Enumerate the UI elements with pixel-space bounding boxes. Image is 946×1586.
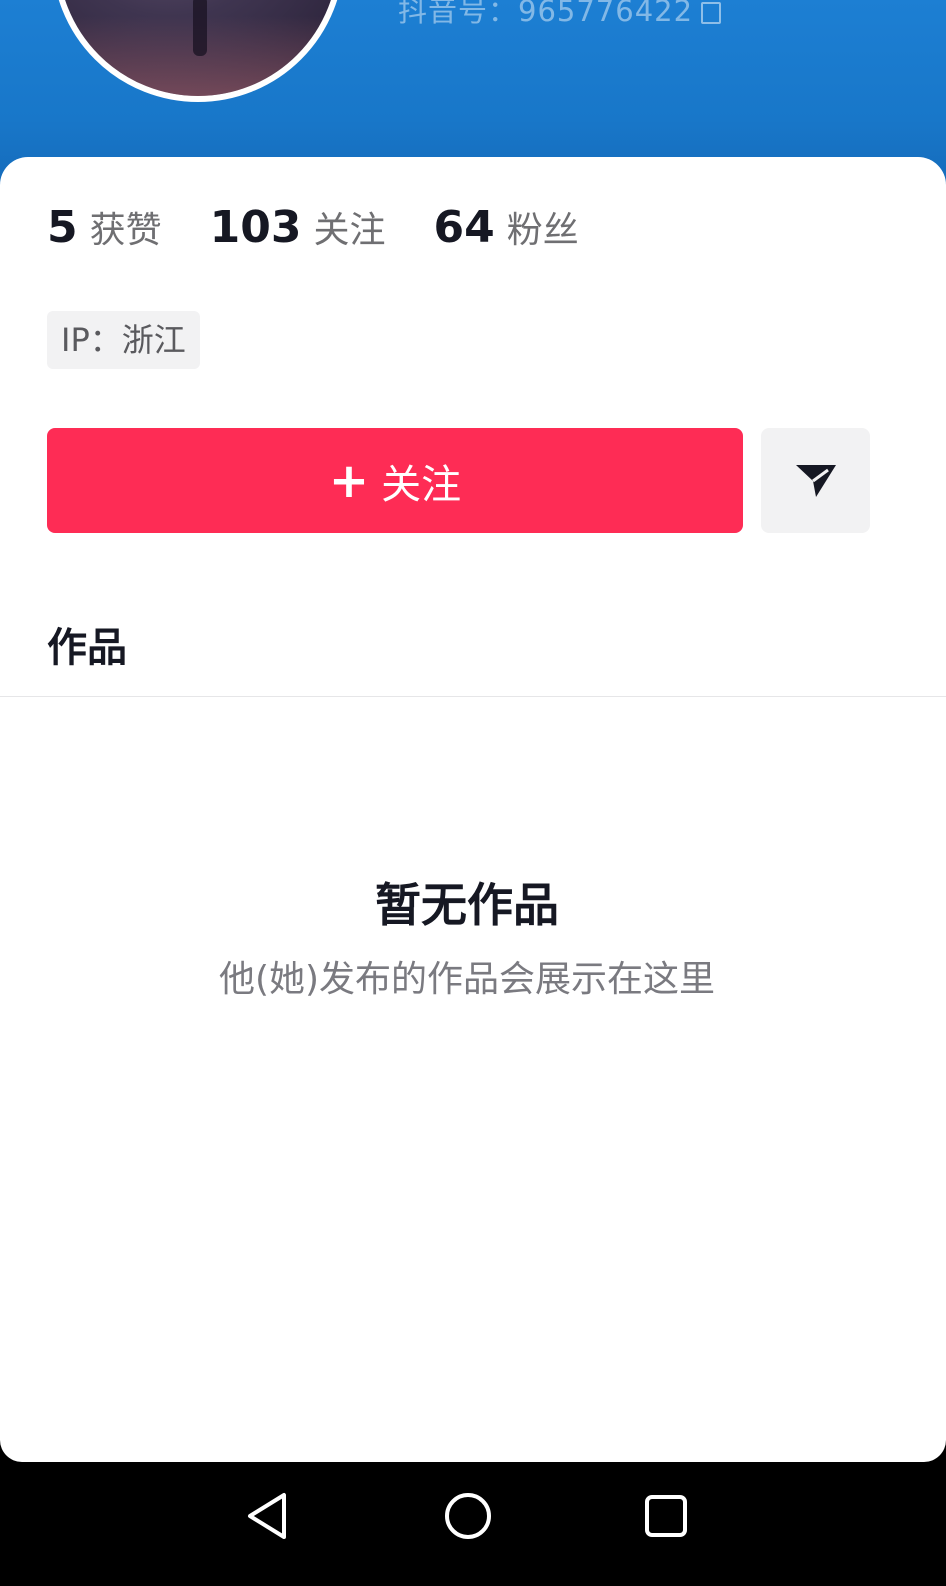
avatar[interactable] <box>52 0 344 102</box>
account-id[interactable]: 抖音号：965776422 <box>398 0 722 30</box>
follow-label: 关注 <box>381 461 462 508</box>
back-triangle-icon[interactable] <box>244 1490 290 1542</box>
following-count: 103 <box>209 202 302 253</box>
recents-square-icon[interactable] <box>644 1494 688 1538</box>
follow-button[interactable]: + 关注 <box>47 428 743 533</box>
followers-label: 粉丝 <box>506 210 579 251</box>
system-nav-bar <box>0 1462 946 1586</box>
plus-icon: + <box>328 452 370 509</box>
following-label: 关注 <box>313 210 386 251</box>
send-message-button[interactable] <box>761 428 870 533</box>
home-circle-icon[interactable] <box>443 1491 493 1541</box>
empty-state-title: 暂无作品 <box>375 878 559 932</box>
likes-label: 获赞 <box>89 210 162 251</box>
stat-followers[interactable]: 64 粉丝 <box>434 201 579 253</box>
stats-row: 5 获赞 103 关注 64 粉丝 <box>47 201 627 253</box>
send-icon <box>795 464 836 497</box>
ip-location-tag: IP：浙江 <box>47 311 200 369</box>
followers-count: 64 <box>433 202 495 253</box>
stat-likes[interactable]: 5 获赞 <box>47 201 162 253</box>
empty-state-subtitle: 他(她)发布的作品会展示在这里 <box>218 959 716 1000</box>
stat-following[interactable]: 103 关注 <box>210 201 386 253</box>
account-id-text: 抖音号：965776422 <box>398 0 694 28</box>
tab-divider <box>0 696 946 697</box>
avatar-figure <box>193 0 207 56</box>
likes-count: 5 <box>47 202 78 253</box>
copy-icon[interactable] <box>701 2 722 24</box>
tab-works[interactable]: 作品 <box>47 615 127 673</box>
profile-card: 5 获赞 103 关注 64 粉丝 IP：浙江 + 关注 作品 暂无作品 他(她… <box>0 157 946 1462</box>
